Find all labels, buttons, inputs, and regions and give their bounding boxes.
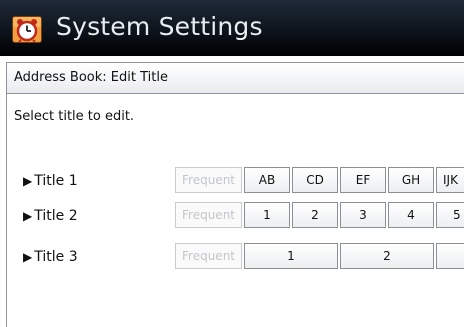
content-panel: Select title to edit. ▶ Title 1 Frequent … — [6, 94, 464, 327]
triangle-right-icon: ▶ — [23, 174, 33, 188]
screen: System Settings Address Book: Edit Title… — [0, 0, 464, 327]
triangle-right-icon: ▶ — [23, 209, 33, 223]
screen-header: Address Book: Edit Title — [6, 62, 464, 94]
triangle-right-icon: ▶ — [23, 250, 33, 264]
key-4[interactable]: 4 — [388, 202, 434, 228]
key-ijk[interactable]: IJK — [436, 167, 464, 193]
key-3[interactable]: 3 — [340, 202, 386, 228]
key-2[interactable]: 2 — [292, 202, 338, 228]
frequent-button-title-1: Frequent — [175, 167, 242, 193]
page-title: Address Book: Edit Title — [14, 70, 168, 85]
key-cd[interactable]: CD — [292, 167, 338, 193]
row-label-title-3: ▶ Title 3 — [23, 249, 78, 265]
app-title: System Settings — [56, 12, 263, 41]
key-group-1[interactable]: 1 — [244, 243, 338, 269]
key-1[interactable]: 1 — [244, 202, 290, 228]
row-label-title-1: ▶ Title 1 — [23, 173, 78, 189]
key-ab[interactable]: AB — [244, 167, 290, 193]
key-group-3[interactable] — [436, 243, 464, 269]
frequent-button-title-2: Frequent — [175, 202, 242, 228]
key-group-2[interactable]: 2 — [340, 243, 434, 269]
alarm-clock-icon — [11, 13, 43, 45]
key-gh[interactable]: GH — [388, 167, 434, 193]
key-5[interactable]: 5 — [436, 202, 464, 228]
frequent-button-title-3: Frequent — [175, 243, 242, 269]
row-label-title-2: ▶ Title 2 — [23, 208, 78, 224]
instruction-text: Select title to edit. — [14, 109, 135, 124]
key-ef[interactable]: EF — [340, 167, 386, 193]
title-bar: System Settings — [0, 0, 464, 56]
